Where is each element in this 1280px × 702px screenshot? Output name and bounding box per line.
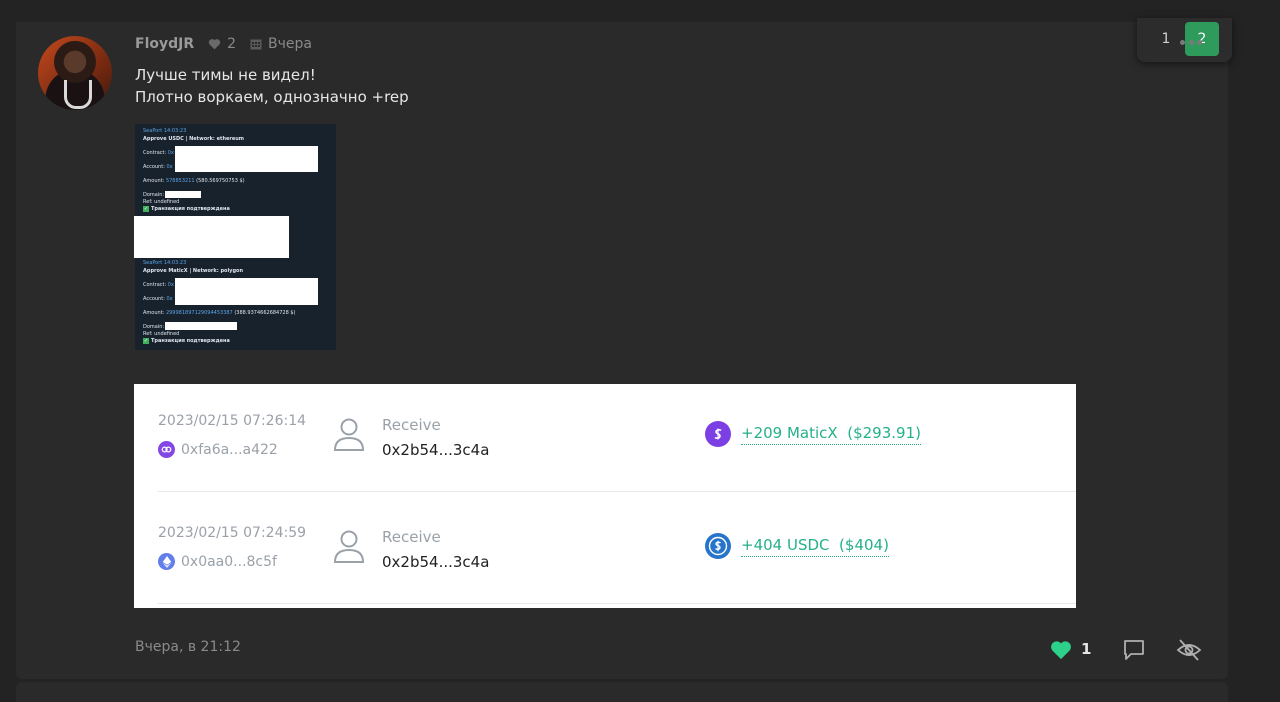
- avatar[interactable]: [38, 36, 112, 110]
- transaction-row: 2023/02/15 07:26:14 0xfa6a...a422 Receiv…: [134, 384, 1076, 496]
- log2-domain-label: Domain:: [143, 324, 165, 330]
- tx-amount-usd: ($293.91): [847, 424, 921, 442]
- next-post-card: [16, 682, 1228, 702]
- log1-account-label: Account:: [143, 164, 165, 170]
- log2-title: Approve MaticX | Network: polygon: [143, 268, 244, 274]
- log1-contract-label: Contract:: [143, 150, 167, 156]
- tx-hash: 0x0aa0...8c5f: [158, 553, 277, 570]
- transactions-screenshot[interactable]: 2023/02/15 07:26:14 0xfa6a...a422 Receiv…: [134, 384, 1076, 608]
- usdc-icon: [705, 533, 731, 559]
- log2-status: Транзакция подтверждена: [151, 338, 230, 344]
- tx-amount-value: +404 USDC: [741, 536, 830, 554]
- log1-domain-label: Domain:: [143, 192, 165, 198]
- calendar-icon: [250, 39, 262, 50]
- more-options-icon[interactable]: [1180, 38, 1202, 46]
- redaction-box: [165, 191, 201, 198]
- log1-header: SeaPort 14:03:23: [143, 128, 187, 134]
- heart-filled-icon[interactable]: [1050, 640, 1072, 660]
- redaction-box: [165, 322, 237, 330]
- transaction-row: 2023/02/15 07:24:59 0x0aa0...8c5f Receiv…: [134, 496, 1076, 608]
- post-date: Вчера: [268, 36, 313, 52]
- log2-ref: Ref: undefined: [143, 331, 180, 337]
- log1-amount-usd: (580.569750753 $): [196, 178, 245, 184]
- reaction-count: 1: [1081, 640, 1092, 658]
- log2-amount-value: 299981897129094453387: [165, 310, 233, 316]
- tx-hash-text: 0xfa6a...a422: [181, 441, 278, 458]
- log2-contract-prefix: 0x: [167, 282, 174, 288]
- polygon-icon: [158, 441, 175, 458]
- tx-hash-text: 0x0aa0...8c5f: [181, 553, 277, 570]
- eye-off-icon[interactable]: [1176, 637, 1202, 663]
- row-divider: [158, 491, 1076, 492]
- tx-datetime: 2023/02/15 07:26:14: [158, 413, 307, 429]
- post-meta: FloydJR 2 Вчера: [135, 35, 312, 53]
- username[interactable]: FloydJR: [135, 36, 194, 52]
- post-footer-time[interactable]: Вчера, в 21:12: [135, 639, 241, 655]
- message-line-1: Лучше тимы не видел!: [135, 66, 316, 84]
- tx-amount[interactable]: +404 USDC ($404): [741, 536, 889, 557]
- tx-address: 0x2b54...3c4a: [382, 441, 490, 459]
- log2-account-label: Account:: [143, 296, 165, 302]
- tx-amount[interactable]: +209 MaticX ($293.91): [741, 424, 921, 445]
- person-icon: [333, 418, 365, 451]
- message-line-2: Плотно воркаем, однозначно +rep: [135, 88, 409, 106]
- tx-address: 0x2b54...3c4a: [382, 553, 490, 571]
- tx-datetime: 2023/02/15 07:24:59: [158, 525, 307, 541]
- tx-hash: 0xfa6a...a422: [158, 441, 278, 458]
- redaction-box: [134, 216, 289, 258]
- row-divider: [158, 603, 1076, 604]
- ethereum-icon: [158, 553, 175, 570]
- log2-header: SeaPort 14:03:23: [143, 260, 187, 266]
- log2-amount-label: Amount:: [143, 310, 165, 316]
- likes-count: 2: [227, 36, 237, 52]
- tx-type: Receive: [382, 528, 441, 546]
- log1-ref: Ref: undefined: [143, 199, 180, 205]
- log2-account-prefix: 0x: [166, 296, 173, 302]
- log1-contract-prefix: 0x: [167, 150, 174, 156]
- redaction-box: [175, 146, 318, 172]
- log1-amount-value: 578853211: [165, 178, 195, 184]
- log2-amount-usd: (388.9374662684728 $): [234, 310, 296, 316]
- maticx-icon: [705, 421, 731, 447]
- log2-contract-label: Contract:: [143, 282, 167, 288]
- log1-status: Транзакция подтверждена: [151, 206, 230, 212]
- page-1-button[interactable]: 1: [1149, 22, 1183, 56]
- heart-outline-icon: [208, 39, 221, 50]
- tx-type: Receive: [382, 416, 441, 434]
- log1-account-prefix: 0x: [166, 164, 173, 170]
- person-icon: [333, 530, 365, 563]
- tx-amount-value: +209 MaticX: [741, 424, 838, 442]
- tx-amount-usd: ($404): [839, 536, 889, 554]
- log1-amount-label: Amount:: [143, 178, 165, 184]
- comment-icon[interactable]: [1122, 638, 1146, 662]
- redaction-box: [175, 278, 318, 305]
- log1-title: Approve USDC | Network: ethereum: [143, 136, 245, 142]
